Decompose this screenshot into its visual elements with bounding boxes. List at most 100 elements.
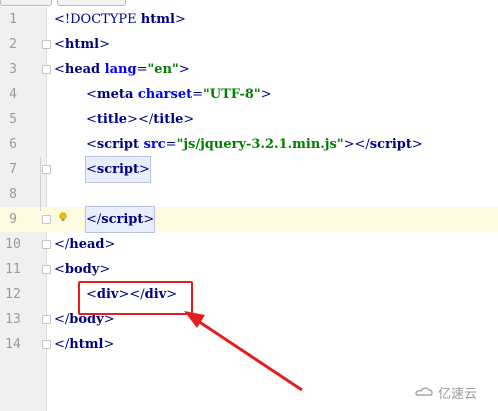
code-token: head xyxy=(64,62,105,77)
code-token: ></ xyxy=(127,112,154,127)
code-token: > xyxy=(99,262,111,277)
fold-marker-icon[interactable] xyxy=(42,265,51,274)
watermark: 亿速云 xyxy=(414,382,477,402)
code-line[interactable]: 3 <head lang="en"> xyxy=(0,57,498,82)
fold-marker-icon[interactable] xyxy=(42,240,51,249)
line-number: 14 xyxy=(5,337,21,352)
code-token: = xyxy=(165,137,177,152)
line-number: 11 xyxy=(5,262,21,277)
line-number: 1 xyxy=(9,12,17,27)
line-number: 8 xyxy=(9,187,17,202)
code-token: > xyxy=(139,162,150,177)
code-line[interactable]: 9 </script> xyxy=(0,206,498,233)
code-token: > xyxy=(183,112,195,127)
code-line[interactable]: 1 <!DOCTYPE html> xyxy=(0,7,498,32)
code-token: = xyxy=(192,87,204,102)
line-number: 12 xyxy=(5,287,21,302)
line-number: 13 xyxy=(5,312,21,327)
code-token: < xyxy=(54,62,65,77)
fold-marker-icon[interactable] xyxy=(42,40,51,49)
code-line[interactable]: 10 </head> xyxy=(0,232,498,257)
code-token: html xyxy=(140,12,175,27)
code-line[interactable]: 5 <title></title> xyxy=(0,107,498,132)
fold-marker-icon[interactable] xyxy=(42,65,51,74)
code-line[interactable]: 12 <div></div> xyxy=(0,282,498,307)
code-token: > xyxy=(99,37,110,52)
code-text: <title></title> xyxy=(86,107,194,132)
code-token: </ xyxy=(54,337,70,352)
code-token: < xyxy=(86,87,97,102)
code-token: > xyxy=(104,237,116,252)
code-token: < xyxy=(54,262,65,277)
watermark-text: 亿速云 xyxy=(438,386,478,402)
code-text: <script> xyxy=(85,156,151,183)
line-number: 10 xyxy=(5,237,21,252)
code-token: html xyxy=(64,37,100,52)
fold-marker-icon[interactable] xyxy=(42,215,51,224)
code-text: </html> xyxy=(54,332,114,357)
code-token: html xyxy=(69,337,104,352)
code-token: < xyxy=(54,37,65,52)
code-token: > xyxy=(143,212,155,227)
code-token: </ xyxy=(86,212,102,227)
code-token: </ xyxy=(54,237,70,252)
code-line[interactable]: 6 <script src="js/jquery-3.2.1.min.js"></… xyxy=(0,132,498,157)
editor-tab[interactable] xyxy=(0,0,52,6)
editor-tab[interactable] xyxy=(57,0,126,6)
fold-marker-icon[interactable] xyxy=(42,340,51,349)
code-line[interactable]: 13 </body> xyxy=(0,307,498,332)
line-number: 6 xyxy=(9,137,17,152)
code-token: = xyxy=(136,62,148,77)
code-token: < xyxy=(86,137,97,152)
fold-marker-icon[interactable] xyxy=(42,315,51,324)
code-line[interactable]: 8 xyxy=(0,182,498,207)
code-text: <head lang="en"> xyxy=(54,57,190,82)
code-token: body xyxy=(64,262,100,277)
code-text: <body> xyxy=(54,257,110,282)
code-text: <script src="js/jquery-3.2.1.min.js"></s… xyxy=(86,132,423,157)
code-text: <!DOCTYPE html> xyxy=(54,7,186,32)
lightbulb-icon[interactable] xyxy=(58,212,68,222)
editor-tab-bar xyxy=(0,0,498,7)
code-text: <meta charset="UTF-8"> xyxy=(86,82,272,107)
code-text: </script> xyxy=(84,206,156,233)
line-number: 9 xyxy=(9,212,17,227)
annotation-box xyxy=(78,281,193,315)
code-token: "js/jquery-3.2.1.min.js" xyxy=(176,137,344,152)
code-token: script xyxy=(96,162,140,177)
code-token: "en" xyxy=(147,62,179,77)
code-token: script xyxy=(369,137,412,152)
code-token: > xyxy=(260,87,272,102)
code-token: > xyxy=(178,62,190,77)
code-token: lang xyxy=(104,62,137,77)
line-number: 5 xyxy=(9,112,17,127)
code-line[interactable]: 7 <script> xyxy=(0,156,498,183)
code-token: "UTF-8" xyxy=(203,87,261,102)
code-token: > xyxy=(411,137,423,152)
line-number: 7 xyxy=(9,162,17,177)
code-token: title xyxy=(153,112,184,127)
line-number: 4 xyxy=(9,87,17,102)
code-line[interactable]: 11 <body> xyxy=(0,257,498,282)
code-token: title xyxy=(96,112,128,127)
code-token: < xyxy=(86,112,97,127)
code-line[interactable]: 2 <html> xyxy=(0,32,498,57)
code-token: charset xyxy=(137,87,193,102)
code-token: script xyxy=(101,212,144,227)
code-token: ></ xyxy=(343,137,370,152)
code-token: < xyxy=(86,162,97,177)
indent-guide xyxy=(40,157,41,211)
code-token: </ xyxy=(54,312,70,327)
code-line[interactable]: 4 <meta charset="UTF-8"> xyxy=(0,82,498,107)
code-text: <html> xyxy=(54,32,110,57)
code-line[interactable]: 14 </html> xyxy=(0,332,498,357)
fold-marker-icon[interactable] xyxy=(42,165,51,174)
code-token: > xyxy=(174,12,186,27)
code-text: </head> xyxy=(54,232,115,257)
code-token: <!DOCTYPE xyxy=(54,12,141,27)
code-token: src xyxy=(143,137,166,152)
cloud-logo-icon xyxy=(415,387,433,396)
code-token: meta xyxy=(96,87,138,102)
code-token: script xyxy=(96,137,144,152)
line-number: 3 xyxy=(9,62,17,77)
